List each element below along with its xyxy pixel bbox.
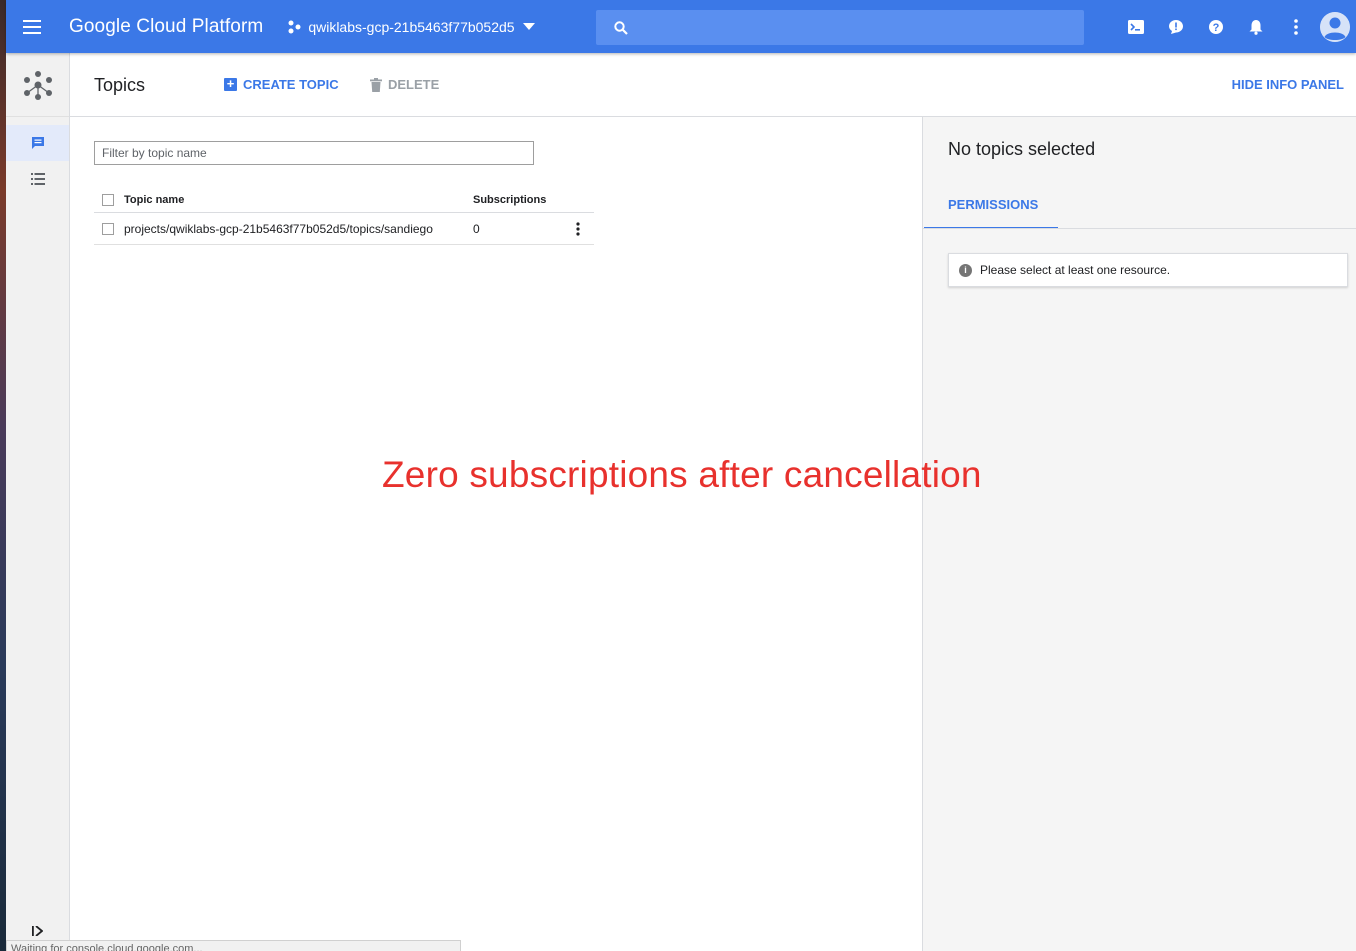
column-subscriptions[interactable]: Subscriptions: [473, 194, 563, 206]
account-avatar[interactable]: [1320, 11, 1350, 42]
select-all-checkbox[interactable]: [102, 193, 114, 206]
page-header: Topics + CREATE TOPIC DELETE HIDE INFO P…: [70, 53, 1356, 117]
row-menu-button[interactable]: [576, 222, 580, 239]
left-nav: [6, 53, 70, 951]
info-panel-title: No topics selected: [948, 139, 1096, 159]
topics-icon: [31, 137, 44, 149]
feedback-icon: [1169, 19, 1183, 34]
add-icon: +: [224, 77, 237, 91]
filter-input[interactable]: [94, 141, 534, 165]
feedback-button[interactable]: [1156, 0, 1196, 53]
menu-button[interactable]: [6, 0, 58, 53]
expand-nav-icon: [32, 925, 44, 937]
annotation-text: Zero subscriptions after cancellation: [382, 454, 982, 495]
subscriptions-icon: [30, 173, 45, 185]
info-notice: i Please select at least one resource.: [948, 253, 1348, 287]
subscriptions-cell: 0: [473, 221, 480, 236]
help-button[interactable]: ?: [1196, 0, 1236, 53]
tab-divider: [923, 228, 1356, 229]
search-icon: [614, 20, 628, 35]
more-vert-icon: [576, 222, 580, 236]
account-icon: [1320, 11, 1350, 42]
delete-label: DELETE: [388, 77, 440, 92]
create-topic-label: CREATE TOPIC: [243, 77, 339, 92]
top-actions: ?: [1116, 0, 1356, 53]
more-vert-icon: [1294, 18, 1298, 35]
topic-name-cell[interactable]: projects/qwiklabs-gcp-21b5463f77b052d5/t…: [124, 222, 473, 236]
main-content: Topic name Subscriptions projects/qwikla…: [70, 117, 922, 951]
hide-info-panel-button[interactable]: HIDE INFO PANEL: [1232, 77, 1344, 92]
project-name: qwiklabs-gcp-21b5463f77b052d5: [308, 18, 515, 35]
svg-text:?: ?: [1213, 22, 1220, 34]
search-bar[interactable]: [596, 10, 1084, 45]
tab-permissions[interactable]: PERMISSIONS: [924, 185, 1058, 229]
project-dots-icon: [287, 20, 301, 34]
trash-icon: [370, 77, 382, 92]
row-checkbox[interactable]: [102, 222, 114, 235]
menu-icon: [23, 19, 41, 34]
info-panel: No topics selected PERMISSIONS i Please …: [922, 117, 1356, 951]
table-row[interactable]: projects/qwiklabs-gcp-21b5463f77b052d5/t…: [94, 213, 594, 245]
cloud-shell-button[interactable]: [1116, 0, 1156, 53]
nav-subscriptions[interactable]: [6, 161, 69, 197]
project-selector[interactable]: qwiklabs-gcp-21b5463f77b052d5: [287, 18, 535, 35]
info-icon: i: [959, 263, 972, 277]
more-options-button[interactable]: [1276, 0, 1316, 53]
browser-status-bar: Waiting for console.cloud.google.com...: [6, 940, 461, 951]
pubsub-logo[interactable]: [6, 53, 69, 117]
notifications-icon: [1249, 19, 1263, 35]
column-topic-name[interactable]: Topic name: [124, 194, 473, 206]
nav-topics[interactable]: [6, 125, 69, 161]
help-icon: ?: [1209, 19, 1223, 34]
topics-table: Topic name Subscriptions projects/qwikla…: [94, 187, 594, 245]
create-topic-button[interactable]: + CREATE TOPIC: [224, 77, 339, 92]
delete-button[interactable]: DELETE: [370, 77, 439, 92]
caret-down-icon: [522, 23, 535, 30]
page-title: Topics: [94, 75, 146, 95]
cloud-shell-icon: [1128, 19, 1144, 34]
notifications-button[interactable]: [1236, 0, 1276, 53]
info-notice-text: Please select at least one resource.: [980, 263, 1171, 277]
pubsub-logo-icon: [23, 70, 52, 100]
expand-nav-button[interactable]: [32, 923, 44, 941]
top-app-bar: Google Cloud Platform qwiklabs-gcp-21b54…: [6, 0, 1356, 53]
brand-title[interactable]: Google Cloud Platform: [69, 16, 263, 38]
table-header: Topic name Subscriptions: [94, 187, 594, 213]
